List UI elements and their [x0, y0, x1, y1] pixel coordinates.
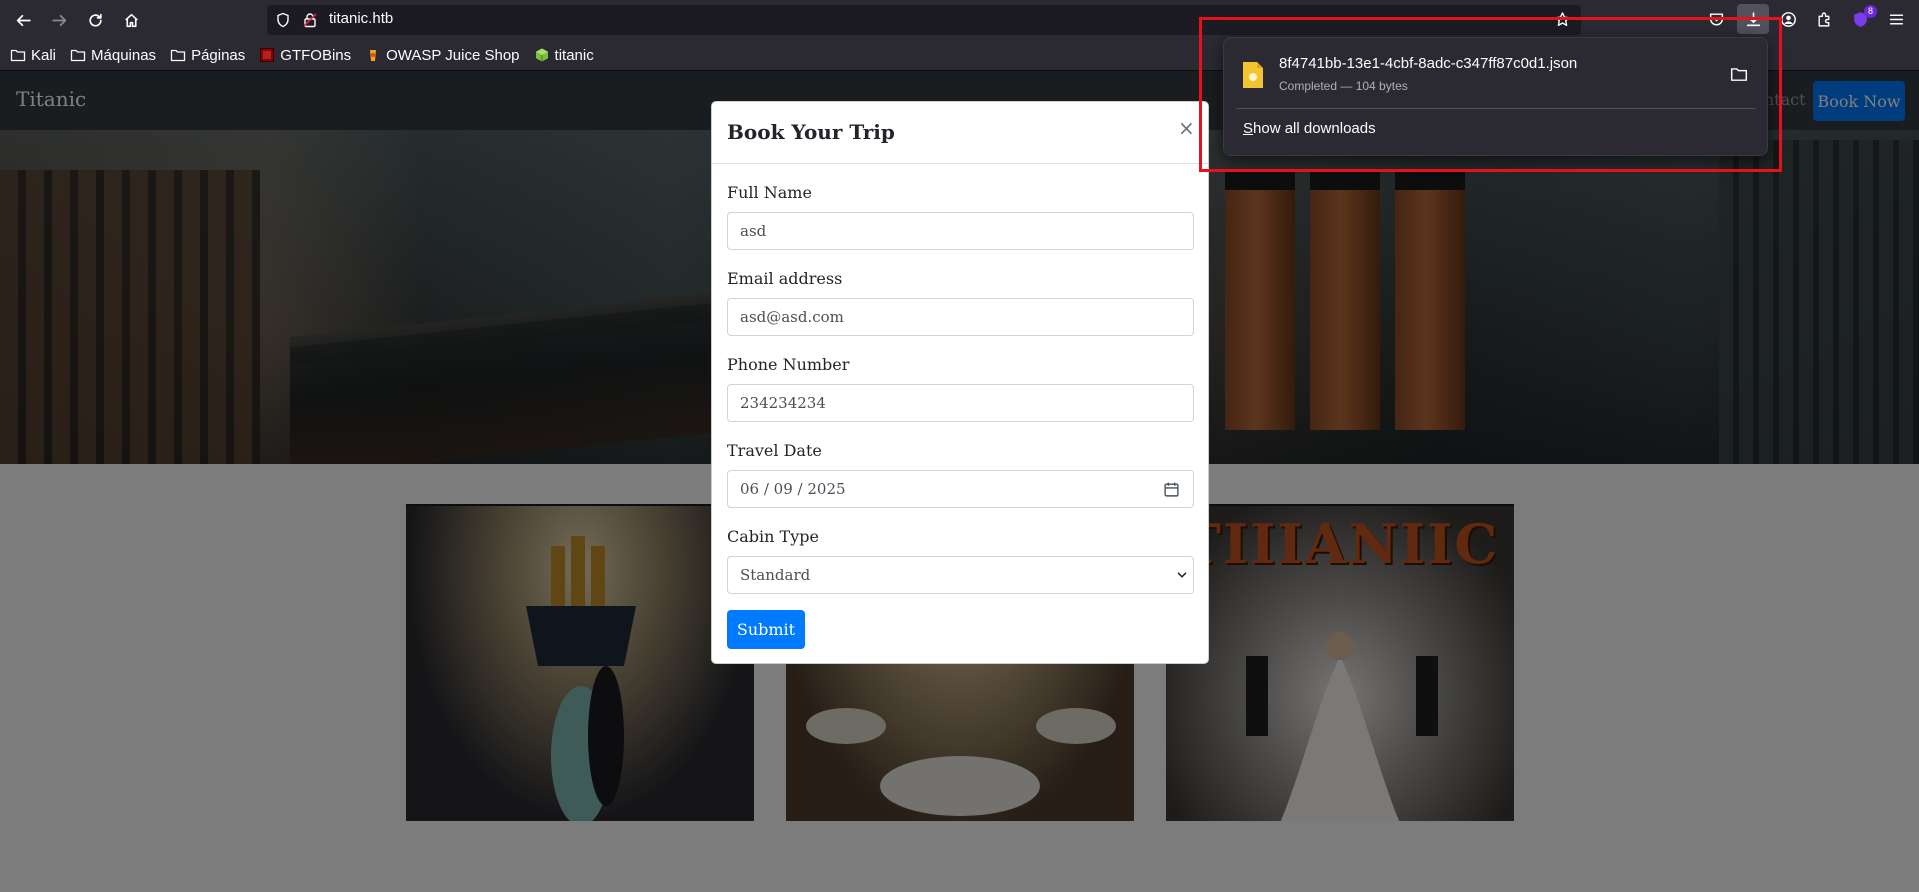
- arrow-left-icon: [16, 14, 31, 26]
- travel-date-label: Travel Date: [727, 441, 822, 460]
- reload-icon: [88, 13, 102, 27]
- folder-icon: [10, 47, 26, 63]
- home-icon: [124, 13, 138, 27]
- lock-insecure-icon[interactable]: [302, 12, 318, 28]
- reload-button[interactable]: [77, 2, 113, 38]
- cabin-type-select[interactable]: Standard: [727, 556, 1194, 594]
- account-icon: [1780, 11, 1796, 27]
- bookmark-maquinas[interactable]: Máquinas: [70, 43, 156, 67]
- bookmark-kali[interactable]: Kali: [10, 43, 56, 67]
- bookmark-gtfobins[interactable]: GTFOBins: [259, 43, 351, 67]
- extensions-button[interactable]: [1813, 8, 1835, 30]
- calendar-icon[interactable]: [1163, 481, 1180, 498]
- shield-icon[interactable]: [275, 12, 291, 28]
- gtfobins-icon: [259, 47, 275, 63]
- travel-date-value: 06 / 09 / 2025: [740, 480, 846, 498]
- arrow-right-icon: [51, 14, 66, 26]
- phone-input[interactable]: 234234234: [727, 384, 1194, 422]
- modal-header: Book Your Trip ×: [712, 102, 1208, 164]
- travel-date-input[interactable]: 06 / 09 / 2025: [727, 470, 1194, 508]
- cabin-type-value: Standard: [740, 566, 811, 584]
- booking-modal: Book Your Trip × Full Name asd Email add…: [711, 101, 1209, 664]
- back-button[interactable]: [5, 2, 41, 38]
- hamburger-menu-icon: [1889, 13, 1903, 25]
- bookmark-label: Páginas: [191, 46, 246, 64]
- modal-title: Book Your Trip: [727, 120, 895, 144]
- extension-badge: 8: [1864, 5, 1878, 18]
- url-text[interactable]: titanic.htb: [329, 10, 393, 27]
- bookmark-titanic[interactable]: titanic: [534, 43, 594, 67]
- bookmark-label: Máquinas: [91, 46, 157, 64]
- puzzle-icon: [1817, 12, 1829, 27]
- cube-icon: [534, 47, 550, 63]
- email-label: Email address: [727, 269, 843, 288]
- annotation-highlight-box: [1199, 17, 1782, 172]
- full-name-input[interactable]: asd: [727, 212, 1194, 250]
- bookmark-label: titanic: [554, 46, 594, 64]
- submit-button[interactable]: Submit: [727, 610, 805, 649]
- home-button[interactable]: [113, 2, 149, 38]
- folder-icon: [170, 47, 186, 63]
- forward-button[interactable]: [41, 2, 77, 38]
- bookmark-owasp-juice-shop[interactable]: OWASP Juice Shop: [365, 43, 520, 67]
- bookmark-label: OWASP Juice Shop: [386, 46, 520, 64]
- close-icon[interactable]: ×: [1178, 118, 1195, 138]
- folder-icon: [70, 47, 86, 63]
- bookmark-label: GTFOBins: [280, 46, 352, 64]
- juice-shop-icon: [365, 47, 381, 63]
- chevron-down-icon: [1177, 572, 1187, 578]
- phone-label: Phone Number: [727, 355, 850, 374]
- app-menu-button[interactable]: [1885, 8, 1907, 30]
- email-input[interactable]: asd@asd.com: [727, 298, 1194, 336]
- cabin-type-label: Cabin Type: [727, 527, 819, 546]
- full-name-label: Full Name: [727, 183, 812, 202]
- bookmark-paginas[interactable]: Páginas: [170, 43, 245, 67]
- bookmark-label: Kali: [31, 46, 57, 64]
